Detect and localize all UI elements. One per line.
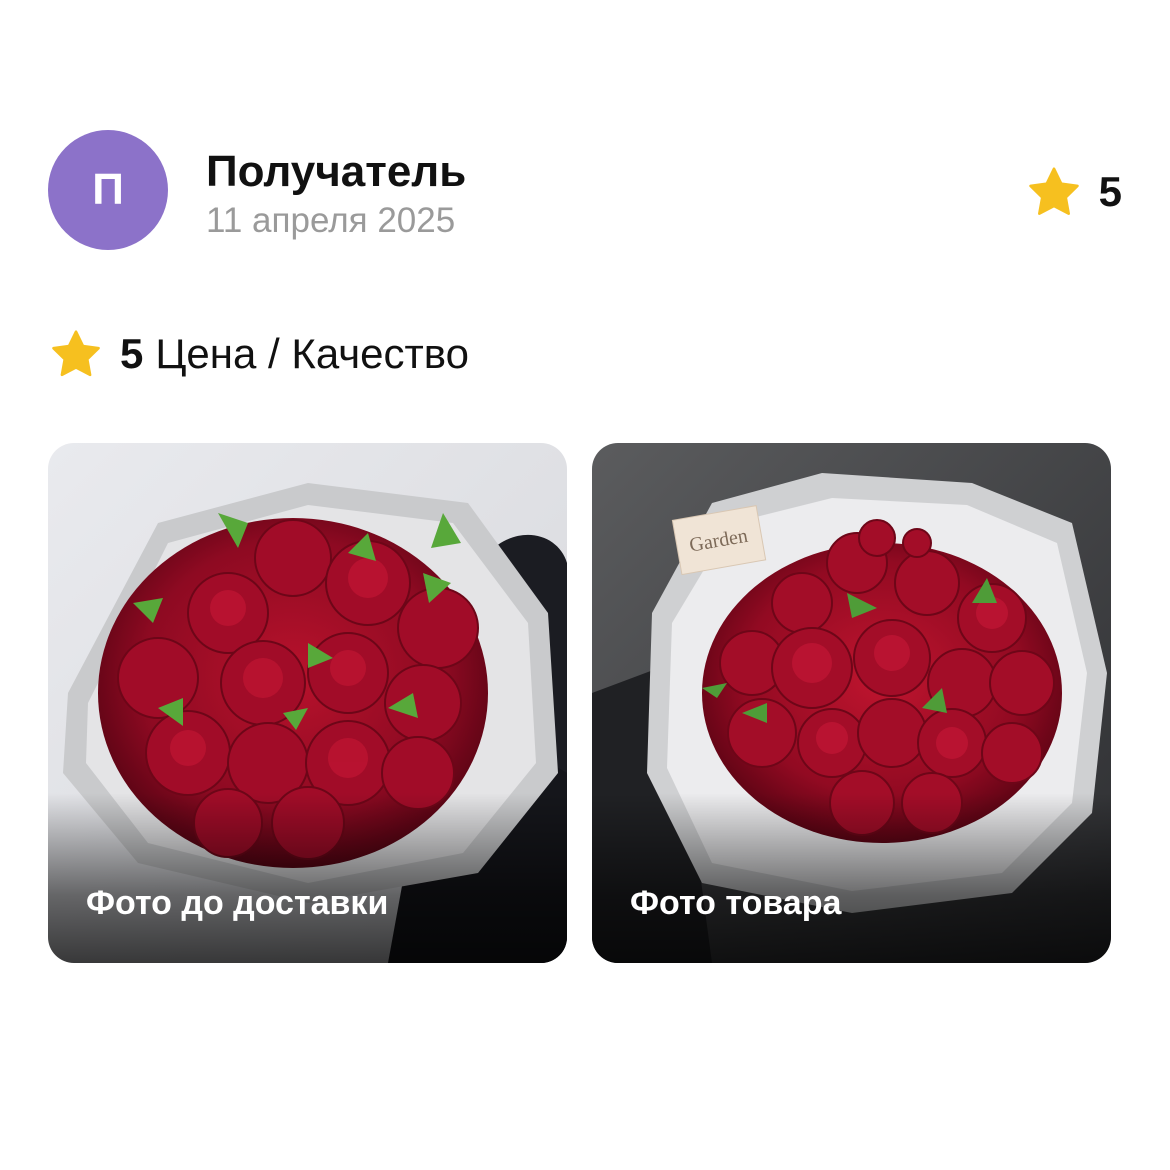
photo-product[interactable]: Garden Фото товара [592,443,1111,963]
photo-caption: Фото до доставки [86,884,389,922]
star-icon [50,329,102,379]
overall-rating: 5 [1027,166,1122,218]
criterion-price-quality: 5 Цена / Качество [50,326,469,382]
avatar: П [48,130,168,250]
photo-caption: Фото товара [630,884,842,922]
review-date: 11 апреля 2025 [206,201,456,240]
rating-value: 5 [1098,168,1122,215]
criterion-value: 5 [120,330,144,377]
author-name: Получатель [206,147,467,196]
criterion-label: Цена / Качество [155,330,469,377]
star-icon [1027,166,1081,218]
photo-before-delivery[interactable]: Фото до доставки [48,443,567,963]
avatar-letter: П [92,165,124,214]
